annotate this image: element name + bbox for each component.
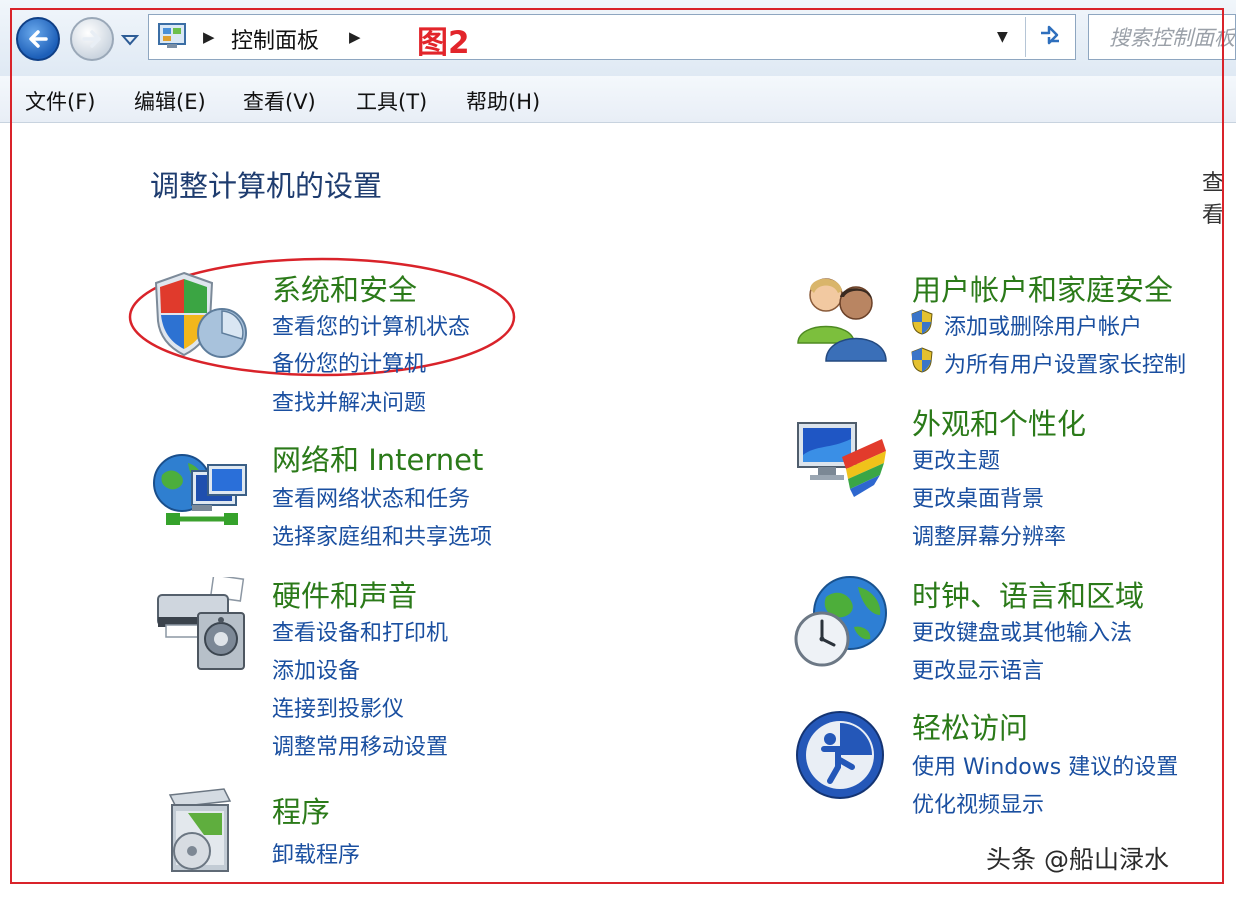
link-mobility-settings[interactable]: 调整常用移动设置 xyxy=(272,729,448,761)
uac-shield-icon xyxy=(911,309,933,335)
users-icon[interactable] xyxy=(794,271,890,363)
back-button[interactable] xyxy=(16,17,60,61)
address-divider xyxy=(1025,17,1026,57)
link-homegroup-sharing[interactable]: 选择家庭组和共享选项 xyxy=(272,519,492,551)
page-title: 调整计算机的设置 xyxy=(150,169,383,203)
view-by-link[interactable]: 查看 xyxy=(1202,165,1236,229)
link-change-theme[interactable]: 更改主题 xyxy=(912,443,1000,475)
address-toolbar: ▶ 控制面板 ▶ 图2 ▼ xyxy=(0,0,1236,76)
link-optimize-visual[interactable]: 优化视频显示 xyxy=(912,787,1044,819)
ease-of-access-icon[interactable] xyxy=(794,709,886,801)
link-change-background[interactable]: 更改桌面背景 xyxy=(912,481,1044,513)
link-troubleshoot[interactable]: 查找并解决问题 xyxy=(272,385,426,417)
category-title-hardware-sound[interactable]: 硬件和声音 xyxy=(272,573,417,615)
watermark-text: 头条 @船山渌水 xyxy=(986,845,1169,874)
security-shield-icon[interactable] xyxy=(152,269,248,365)
menu-view[interactable]: 查看(V) xyxy=(243,86,316,116)
printer-speaker-icon[interactable] xyxy=(154,577,250,673)
back-arrow-icon xyxy=(29,30,48,48)
address-bar[interactable]: ▶ 控制面板 ▶ 图2 ▼ xyxy=(148,14,1076,61)
link-parental-controls[interactable]: 为所有用户设置家长控制 xyxy=(944,347,1186,379)
category-title-ease-of-access[interactable]: 轻松访问 xyxy=(912,705,1028,747)
category-title-user-accounts[interactable]: 用户帐户和家庭安全 xyxy=(912,267,1173,309)
link-add-remove-accounts[interactable]: 添加或删除用户帐户 xyxy=(944,309,1142,341)
category-title-programs[interactable]: 程序 xyxy=(272,789,330,831)
link-screen-resolution[interactable]: 调整屏幕分辨率 xyxy=(912,519,1066,551)
link-network-status[interactable]: 查看网络状态和任务 xyxy=(272,481,470,513)
breadcrumb-control-panel[interactable]: 控制面板 xyxy=(231,23,319,55)
category-title-clock-language[interactable]: 时钟、语言和区域 xyxy=(912,573,1144,615)
search-input[interactable] xyxy=(1107,17,1235,59)
link-change-input-method[interactable]: 更改键盘或其他输入法 xyxy=(912,615,1132,647)
history-dropdown-icon[interactable] xyxy=(120,30,140,50)
category-title-network-internet[interactable]: 网络和 Internet xyxy=(272,437,483,479)
menu-bar: 文件(F) 编辑(E) 查看(V) 工具(T) 帮助(H) xyxy=(0,76,1236,123)
globe-clock-icon[interactable] xyxy=(792,573,892,673)
link-uninstall-program[interactable]: 卸载程序 xyxy=(272,837,360,869)
breadcrumb-arrow-icon[interactable]: ▶ xyxy=(349,28,361,46)
control-panel-content: 调整计算机的设置 查看 系统和安全 查看您的计算机状态 备份您的计算机 查找并解… xyxy=(0,123,1236,900)
breadcrumb-arrow-icon[interactable]: ▶ xyxy=(203,28,215,46)
control-panel-icon xyxy=(158,23,186,48)
forward-button[interactable] xyxy=(70,17,114,61)
menu-file[interactable]: 文件(F) xyxy=(25,86,95,116)
link-view-computer-status[interactable]: 查看您的计算机状态 xyxy=(272,309,470,341)
search-box[interactable] xyxy=(1088,14,1236,60)
link-recommended-settings[interactable]: 使用 Windows 建议的设置 xyxy=(912,749,1178,781)
monitor-palette-icon[interactable] xyxy=(796,417,888,501)
category-title-system-security[interactable]: 系统和安全 xyxy=(272,267,417,309)
link-connect-projector[interactable]: 连接到投影仪 xyxy=(272,691,404,723)
uac-shield-icon xyxy=(911,347,933,373)
forward-arrow-icon xyxy=(82,30,101,48)
link-backup-computer[interactable]: 备份您的计算机 xyxy=(272,346,426,378)
link-devices-printers[interactable]: 查看设备和打印机 xyxy=(272,615,448,647)
link-add-device[interactable]: 添加设备 xyxy=(272,653,360,685)
category-title-appearance[interactable]: 外观和个性化 xyxy=(912,401,1086,443)
menu-edit[interactable]: 编辑(E) xyxy=(134,86,206,116)
refresh-icon[interactable] xyxy=(1035,23,1065,51)
menu-tools[interactable]: 工具(T) xyxy=(356,86,427,116)
link-change-display-language[interactable]: 更改显示语言 xyxy=(912,653,1044,685)
figure-annotation-label: 图2 xyxy=(417,25,470,61)
network-globe-icon[interactable] xyxy=(152,453,248,545)
address-dropdown-icon[interactable]: ▼ xyxy=(997,29,1008,45)
programs-box-icon[interactable] xyxy=(158,787,242,879)
menu-help[interactable]: 帮助(H) xyxy=(466,86,540,116)
